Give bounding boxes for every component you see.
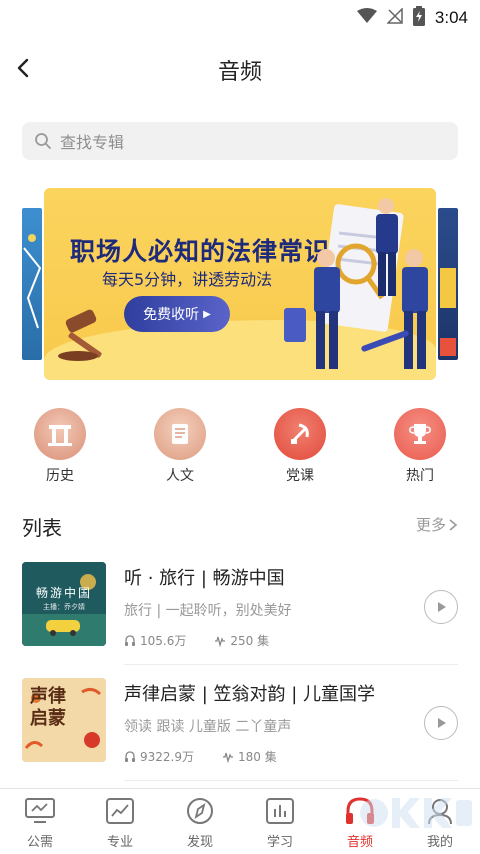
headphones-small-icon <box>125 750 135 762</box>
category-hot[interactable]: 热门 <box>380 408 460 485</box>
list-item[interactable]: 畅游中国 主播：乔夕婧 听 · 旅行 | 畅游中国 旅行 | 一起聆听，别处美好… <box>22 562 458 648</box>
list-divider <box>124 664 458 665</box>
album-title: 声律启蒙 | 笠翁对韵 | 儿童国学 <box>124 684 376 705</box>
monitor-icon <box>22 795 58 827</box>
no-signal-icon <box>386 7 403 28</box>
more-link[interactable]: 更多 <box>416 514 458 535</box>
play-icon <box>438 602 446 612</box>
cover-title: 畅游中国 <box>35 586 92 600</box>
watermark-logo <box>356 790 476 836</box>
play-icon <box>438 718 446 728</box>
banner-slide[interactable]: 职场人必知的法律常识 每天5分钟，讲透劳动法 免费收听 ▶ <box>44 188 436 380</box>
album-description: 旅行 | 一起聆听，别处美好 <box>124 603 292 619</box>
item-info: 声律启蒙 | 笠翁对韵 | 儿童国学 领读 跟读 儿童版 二丫童声 9322.9… <box>124 678 420 765</box>
free-listen-label: 免费收听 <box>143 307 200 323</box>
play-triangle-icon: ▶ <box>203 308 211 320</box>
play-button[interactable] <box>424 706 458 740</box>
category-row: 历史 人文 党课 热门 <box>0 408 480 488</box>
tab-label: 学习 <box>266 835 293 850</box>
play-count: 9322.9万 <box>140 750 194 764</box>
episodes-icon <box>223 752 233 763</box>
cover-title: 声律启蒙 <box>30 686 66 729</box>
tab-label: 专业 <box>106 835 133 850</box>
banner-next-peek[interactable] <box>438 208 458 360</box>
album-meta: 105.6万 250 集 <box>124 632 420 649</box>
more-label: 更多 <box>415 516 446 534</box>
list-divider <box>124 780 458 781</box>
compass-icon <box>182 795 218 827</box>
category-label: 热门 <box>406 468 434 484</box>
bar-chart-icon <box>262 795 298 827</box>
category-label: 党课 <box>286 468 314 484</box>
list-title: 列表 <box>22 516 62 540</box>
tab-study[interactable]: 学习 <box>240 795 320 850</box>
banner-subtitle: 每天5分钟，讲透劳动法 <box>102 270 273 289</box>
category-history[interactable]: 历史 <box>20 408 100 485</box>
category-label: 历史 <box>46 468 74 484</box>
status-time: 3:04 <box>434 8 468 27</box>
list-item[interactable]: 声律启蒙 声律启蒙 | 笠翁对韵 | 儿童国学 领读 跟读 儿童版 二丫童声 9… <box>22 678 458 764</box>
album-title: 听 · 旅行 | 畅游中国 <box>124 568 285 589</box>
play-button[interactable] <box>424 590 458 624</box>
chevron-right-icon <box>449 518 458 531</box>
wifi-icon <box>356 8 377 28</box>
banner-prev-peek[interactable] <box>22 208 42 360</box>
gavel-icon <box>58 309 102 361</box>
tab-label: 发现 <box>186 835 213 850</box>
album-meta: 9322.9万 180 集 <box>124 748 420 765</box>
page-title: 音频 <box>217 60 262 85</box>
item-info: 听 · 旅行 | 畅游中国 旅行 | 一起聆听，别处美好 105.6万 250 … <box>124 562 420 649</box>
play-count: 105.6万 <box>140 634 187 648</box>
category-label: 人文 <box>166 468 194 484</box>
scroll-icon <box>154 408 206 460</box>
category-party-lesson[interactable]: 党课 <box>260 408 340 485</box>
status-bar: 3:04 <box>0 0 480 34</box>
search-icon <box>34 132 52 150</box>
episode-count: 250 集 <box>230 634 270 648</box>
album-cover: 畅游中国 主播：乔夕婧 <box>22 562 106 646</box>
trophy-icon <box>394 408 446 460</box>
search-input[interactable]: 查找专辑 <box>22 122 458 160</box>
lawyers-illustration <box>284 198 428 369</box>
free-listen-button[interactable]: 免费收听 ▶ <box>124 296 230 332</box>
party-emblem-icon <box>274 408 326 460</box>
tab-label: 公需 <box>26 835 53 850</box>
tab-public[interactable]: 公需 <box>0 795 80 850</box>
album-cover: 声律启蒙 <box>22 678 106 762</box>
search-placeholder: 查找专辑 <box>60 133 125 152</box>
battery-icon <box>412 6 425 30</box>
category-humanities[interactable]: 人文 <box>140 408 220 485</box>
chart-icon <box>102 795 138 827</box>
episodes-icon <box>215 636 226 647</box>
list-header: 列表 更多 <box>22 512 458 542</box>
history-gate-icon <box>34 408 86 460</box>
cover-subtitle: 主播：乔夕婧 <box>43 603 85 611</box>
page-header: 音频 <box>0 34 480 104</box>
tab-professional[interactable]: 专业 <box>80 795 160 850</box>
banner-carousel[interactable]: 职场人必知的法律常识 每天5分钟，讲透劳动法 免费收听 ▶ <box>0 186 480 382</box>
headphones-small-icon <box>125 634 135 646</box>
tab-discover[interactable]: 发现 <box>160 795 240 850</box>
album-description: 领读 跟读 儿童版 二丫童声 <box>124 719 292 735</box>
episode-count: 180 集 <box>238 750 277 764</box>
